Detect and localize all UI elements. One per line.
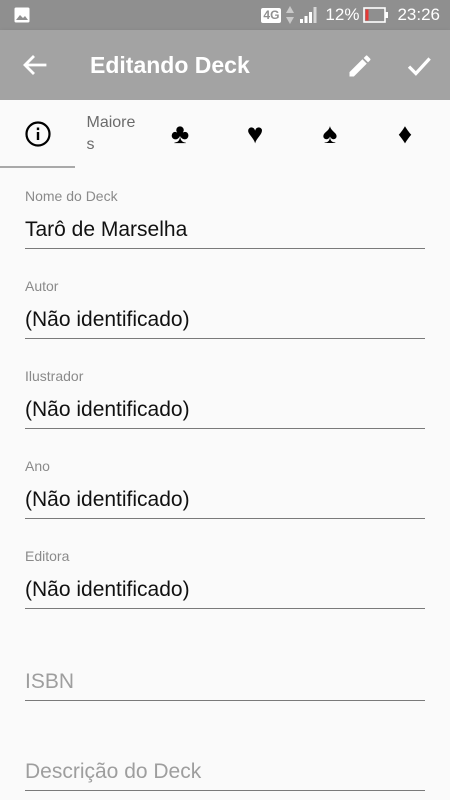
spades-icon: ♠ xyxy=(322,118,338,149)
hearts-icon: ♥ xyxy=(246,118,264,149)
tab-hearts[interactable]: ♥ xyxy=(225,100,285,168)
author-field[interactable]: Autor (Não identificado) xyxy=(25,278,425,340)
status-bar: 4G 12% 23:26 xyxy=(0,0,450,30)
network-type-badge: 4G xyxy=(261,7,282,23)
description-placeholder[interactable]: Descrição do Deck xyxy=(25,760,201,784)
publisher-value[interactable]: (Não identificado) xyxy=(25,578,190,602)
publisher-underline xyxy=(25,608,425,609)
deck-name-underline xyxy=(25,248,425,249)
isbn-field[interactable]: ISBN xyxy=(25,668,425,702)
author-label: Autor xyxy=(25,278,59,294)
publisher-label: Editora xyxy=(25,548,70,564)
pencil-icon[interactable] xyxy=(346,52,374,80)
tab-spades[interactable]: ♠ xyxy=(300,100,360,168)
description-field[interactable]: Descrição do Deck xyxy=(25,758,425,792)
publisher-field[interactable]: Editora (Não identificado) xyxy=(25,548,425,610)
description-underline xyxy=(25,790,425,791)
clock: 23:26 xyxy=(397,5,440,24)
signal-icon xyxy=(300,7,317,23)
deck-name-label: Nome do Deck xyxy=(25,188,118,204)
tab-maiores-label: Maiores xyxy=(86,114,136,153)
isbn-placeholder[interactable]: ISBN xyxy=(25,670,74,694)
year-field[interactable]: Ano (Não identificado) xyxy=(25,458,425,520)
isbn-underline xyxy=(25,700,425,701)
page-title: Editando Deck xyxy=(90,52,250,78)
author-underline xyxy=(25,338,425,339)
diamonds-icon: ♦ xyxy=(397,118,413,149)
tab-maiores[interactable]: Maiores xyxy=(75,100,150,168)
illustrator-underline xyxy=(25,428,425,429)
tab-info[interactable] xyxy=(0,100,75,168)
year-label: Ano xyxy=(25,458,50,474)
back-arrow-icon[interactable] xyxy=(20,50,50,80)
year-underline xyxy=(25,518,425,519)
tab-bar: Maiores ♣ ♥ ♠ ♦ xyxy=(0,100,450,168)
deck-name-value[interactable]: Tarô de Marselha xyxy=(25,218,187,242)
battery-icon xyxy=(363,7,389,23)
illustrator-label: Ilustrador xyxy=(25,368,84,384)
illustrator-value[interactable]: (Não identificado) xyxy=(25,398,190,422)
deck-name-field[interactable]: Nome do Deck Tarô de Marselha xyxy=(25,188,425,250)
author-value[interactable]: (Não identificado) xyxy=(25,308,190,332)
tab-clubs[interactable]: ♣ xyxy=(150,100,210,168)
battery-percent: 12% xyxy=(325,5,360,24)
gallery-icon xyxy=(14,7,30,23)
check-icon[interactable] xyxy=(404,51,434,81)
app-bar: Editando Deck xyxy=(0,30,450,100)
info-icon xyxy=(24,121,51,147)
year-value[interactable]: (Não identificado) xyxy=(25,488,190,512)
data-arrows-icon xyxy=(286,6,295,24)
illustrator-field[interactable]: Ilustrador (Não identificado) xyxy=(25,368,425,430)
tab-diamonds[interactable]: ♦ xyxy=(375,100,435,168)
clubs-icon: ♣ xyxy=(170,118,190,149)
